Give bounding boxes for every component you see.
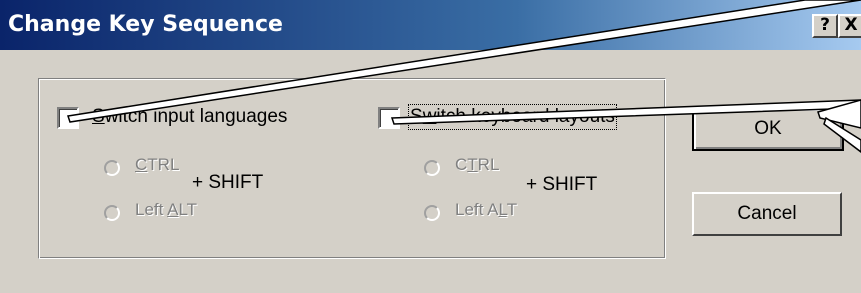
callout-lines [67, 0, 861, 153]
callout-line-input [67, 0, 861, 123]
callout-line-layout [390, 99, 861, 125]
